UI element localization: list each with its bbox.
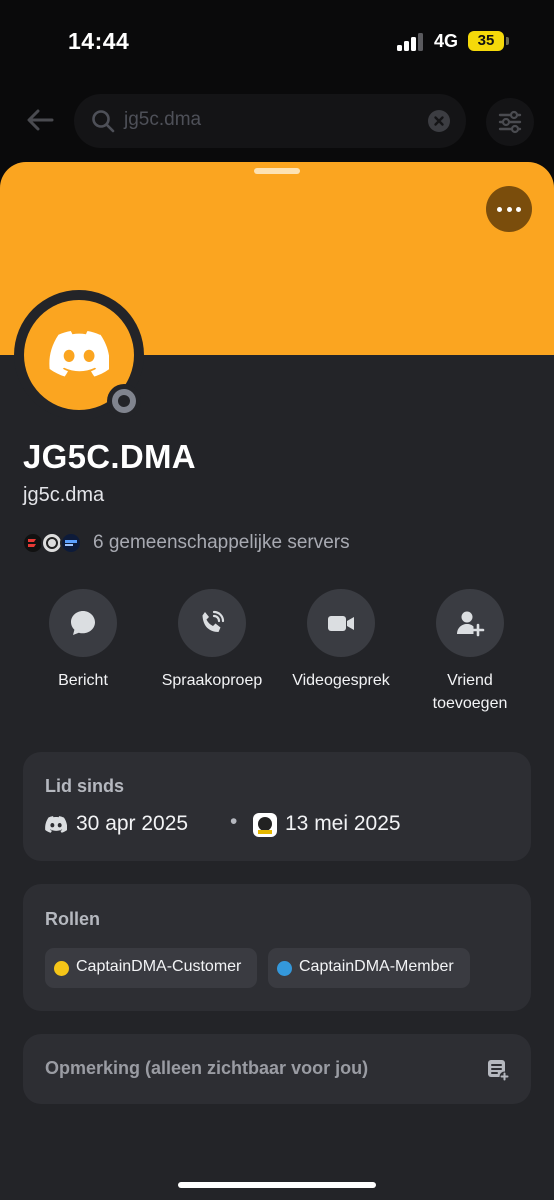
add-friend-button[interactable]: Vriend toevoegen <box>410 589 530 715</box>
discord-logo-icon <box>45 816 67 833</box>
mutual-servers-link[interactable]: 6 gemeenschappelijke servers <box>93 532 350 554</box>
clear-search-icon[interactable] <box>428 110 450 132</box>
signal-icon <box>397 33 425 51</box>
search-query: jg5c.dma <box>124 109 202 130</box>
role-color-dot <box>277 961 292 976</box>
role-pill[interactable]: CaptainDMA-Customer <box>45 948 257 988</box>
sheet-grabber[interactable] <box>254 168 300 174</box>
add-note-icon[interactable] <box>486 1058 510 1082</box>
more-options-button[interactable] <box>486 186 532 232</box>
video-call-button[interactable]: Videogesprek <box>281 589 401 692</box>
add-friend-icon <box>457 611 485 637</box>
message-bubble-icon <box>71 611 95 635</box>
role-color-dot <box>54 961 69 976</box>
role-pill[interactable]: CaptainDMA-Member <box>268 948 470 988</box>
discord-join-date: 30 apr 2025 <box>76 812 189 835</box>
network-type: 4G <box>434 31 459 51</box>
search-input[interactable]: jg5c.dma <box>74 94 466 148</box>
video-call-label: Videogesprek <box>292 672 390 689</box>
phone-call-icon <box>202 610 225 632</box>
voice-call-button-circle <box>178 589 246 657</box>
message-label: Bericht <box>58 672 108 689</box>
role-name: CaptainDMA-Customer <box>76 958 242 975</box>
add-friend-label: Vriend toevoegen <box>432 672 508 712</box>
server-join-date: 13 mei 2025 <box>285 812 401 835</box>
mutual-server-icons[interactable] <box>22 532 86 554</box>
message-button-circle <box>49 589 117 657</box>
server-icon <box>253 813 277 837</box>
role-name: CaptainDMA-Member <box>299 958 454 975</box>
note-placeholder: Opmerking (alleen zichtbaar voor jou) <box>45 1058 369 1078</box>
separator-dot: • <box>230 810 238 833</box>
member-since-title: Lid sinds <box>45 776 125 796</box>
home-indicator[interactable] <box>178 1182 376 1188</box>
status-bar: 14:44 4G 35 <box>0 0 554 80</box>
filter-sliders-icon <box>498 110 522 134</box>
clock: 14:44 <box>68 28 130 54</box>
voice-call-label: Spraakoproep <box>161 672 263 689</box>
add-friend-button-circle <box>436 589 504 657</box>
roles-card: Rollen CaptainDMA-Customer CaptainDMA-Me… <box>23 884 531 1011</box>
back-arrow-icon[interactable] <box>24 104 56 136</box>
status-indicator <box>107 384 141 418</box>
note-field[interactable]: Opmerking (alleen zichtbaar voor jou) <box>23 1034 531 1104</box>
roles-title: Rollen <box>45 909 101 929</box>
filter-button[interactable] <box>486 98 534 146</box>
message-button[interactable]: Bericht <box>23 589 143 692</box>
username: jg5c.dma <box>23 484 105 506</box>
member-since-card: Lid sinds 30 apr 2025 • 13 mei 2025 <box>23 752 531 861</box>
battery-tip <box>506 37 509 45</box>
profile-sheet: JG5C.DMA jg5c.dma 6 gemeenschappelijke s… <box>0 162 554 1200</box>
server-icon <box>60 532 82 554</box>
offline-status-icon <box>112 389 136 413</box>
video-call-button-circle <box>307 589 375 657</box>
voice-call-button[interactable]: Spraakoproep <box>152 589 272 692</box>
search-icon <box>90 108 116 134</box>
display-name: JG5C.DMA <box>23 438 196 475</box>
battery-icon: 35 <box>468 31 504 51</box>
discord-logo-icon <box>49 331 109 377</box>
video-camera-icon <box>328 616 354 631</box>
